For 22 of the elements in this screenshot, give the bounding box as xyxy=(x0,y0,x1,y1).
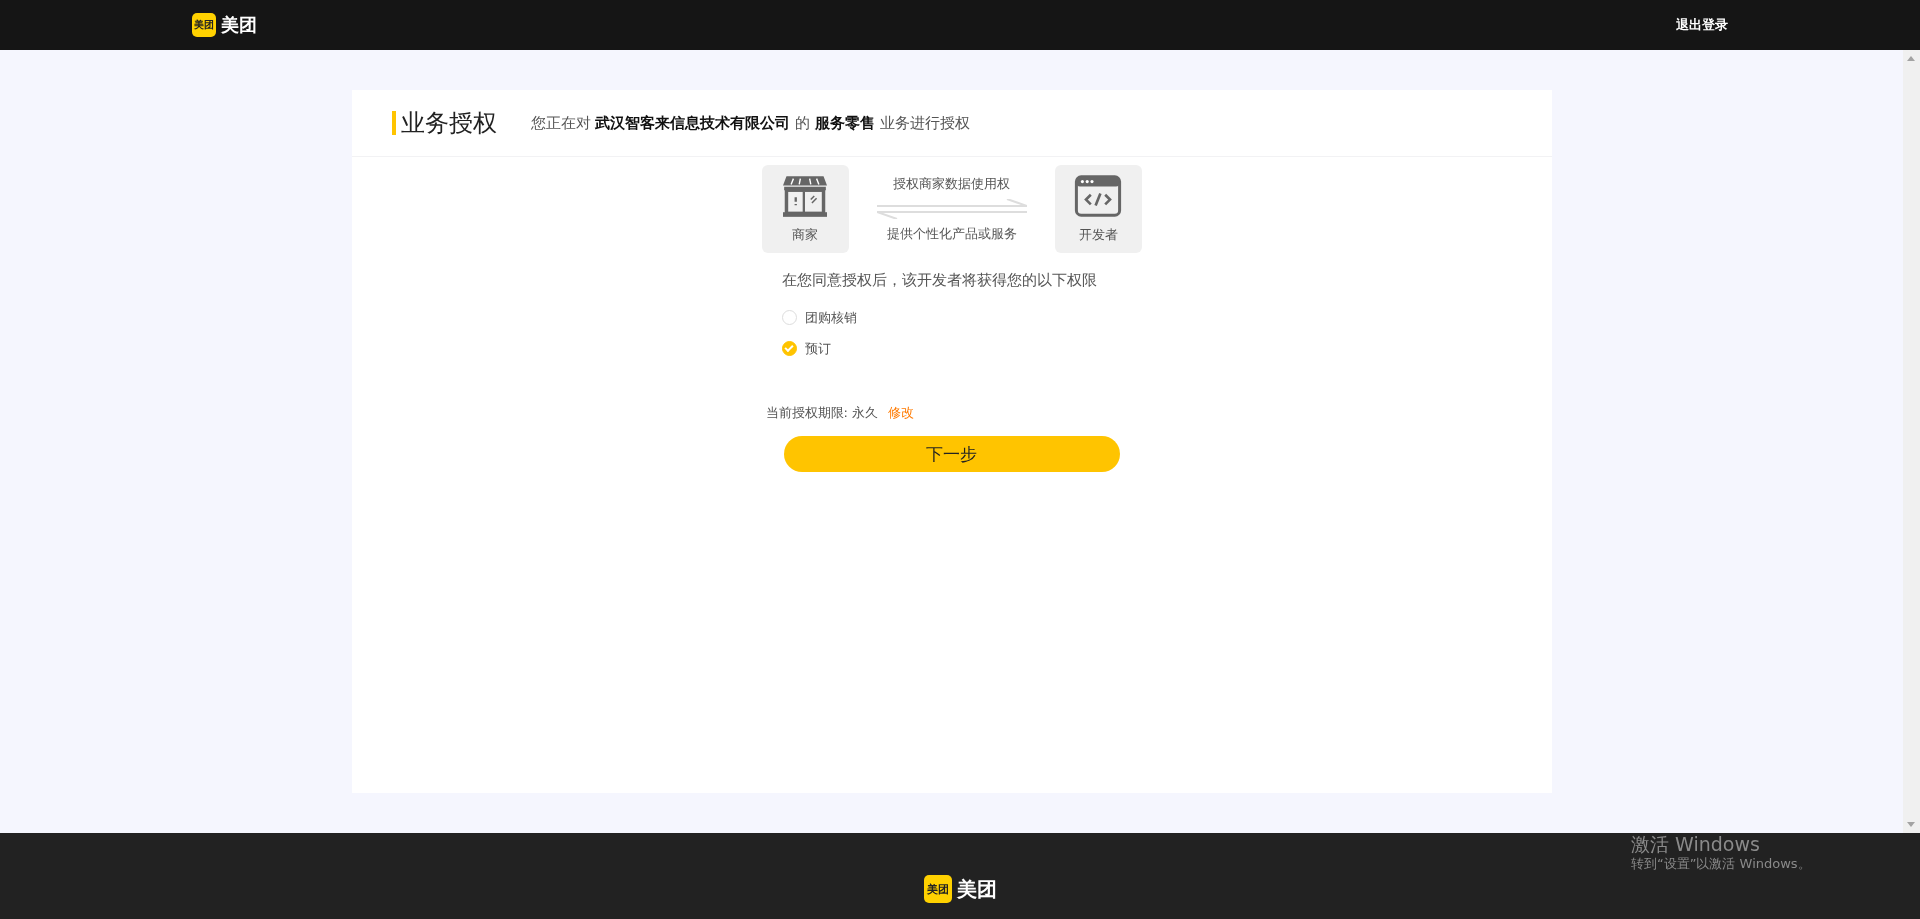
next-button[interactable]: 下一步 xyxy=(783,436,1120,472)
logo-badge: 美团 xyxy=(192,13,216,37)
permissions-heading: 在您同意授权后，该开发者将获得您的以下权限 xyxy=(781,271,1098,290)
checkbox[interactable] xyxy=(781,341,797,356)
flow-label: 提供个性化产品或服务 xyxy=(886,225,1017,243)
period-text: 当前授权期限: 永久 xyxy=(765,404,878,422)
code-window-icon xyxy=(1074,174,1122,218)
developer-label: 开发者 xyxy=(1078,226,1118,244)
merchant-label: 商家 xyxy=(792,226,818,244)
subtitle-text: 您正在对 武汉智客来信息技术有限公司 的 服务零售 业务进行授权 xyxy=(530,113,970,133)
logo-wordmark: 美团 xyxy=(956,875,997,903)
activation-title: 激活 Windows xyxy=(1631,833,1761,856)
logo-badge: 美团 xyxy=(923,875,952,903)
logout-link[interactable]: 退出登录 xyxy=(1676,16,1728,34)
activation-text: 转到“设置”以激活 Windows。 xyxy=(1631,855,1811,872)
page-title: 业务授权 xyxy=(391,111,497,135)
storefront-icon xyxy=(781,174,829,218)
flow-label: 授权商家数据使用权 xyxy=(893,175,1010,193)
logo-wordmark: 美团 xyxy=(221,13,257,37)
permission-label: 预订 xyxy=(804,339,831,358)
scrollbar[interactable] xyxy=(1903,50,1920,833)
permission-label: 团购核销 xyxy=(804,308,857,327)
